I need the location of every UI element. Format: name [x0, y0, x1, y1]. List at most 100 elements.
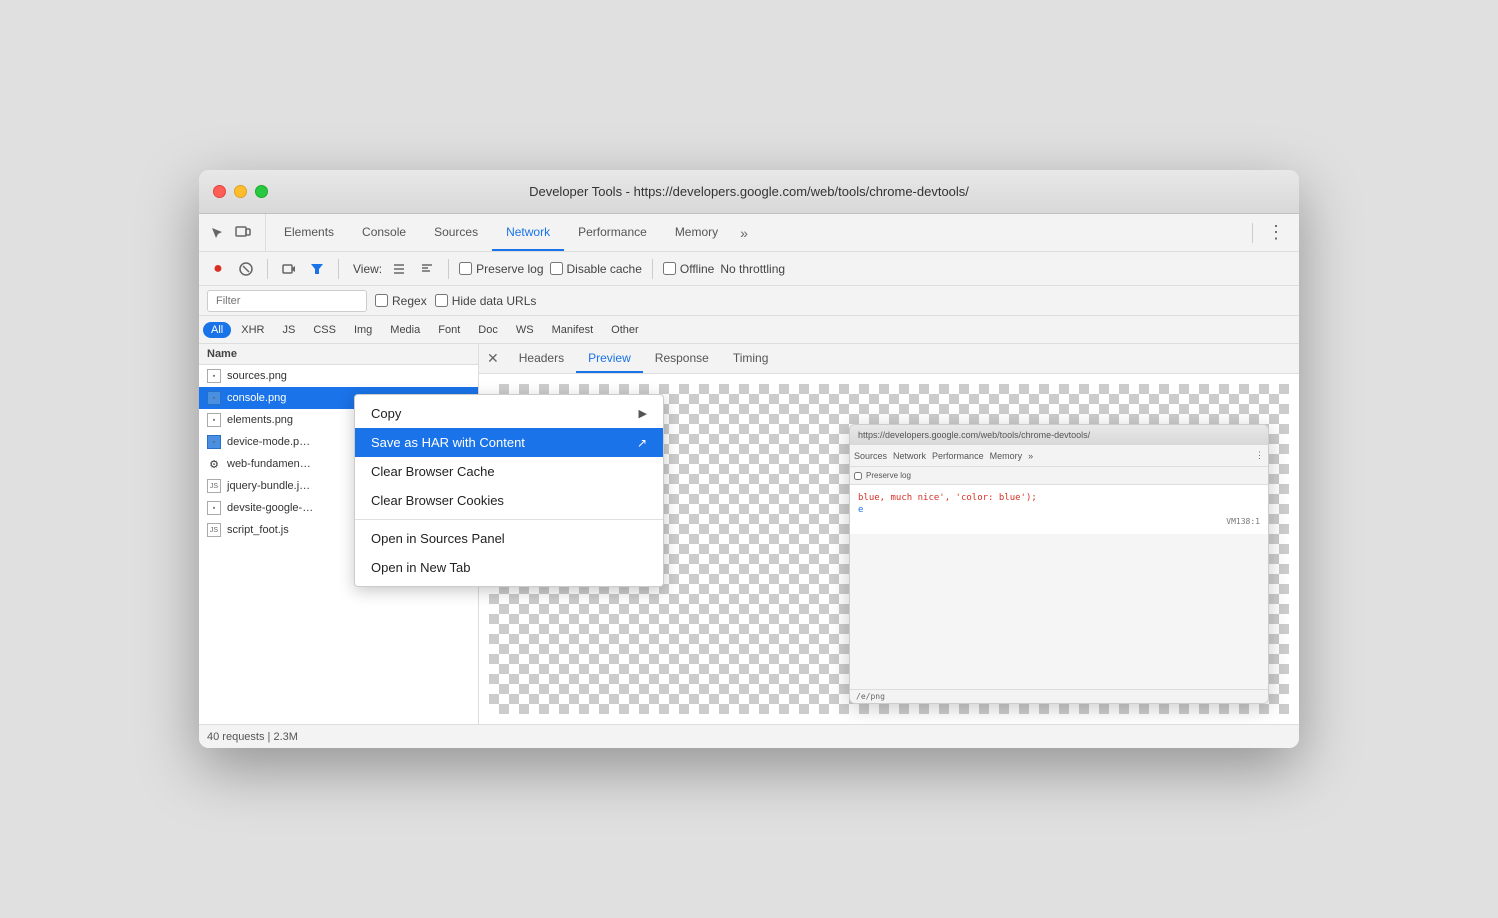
filter-button[interactable] — [306, 258, 328, 280]
hide-data-urls-checkbox[interactable] — [435, 294, 448, 307]
devtools-menu-button[interactable]: ⋮ — [1261, 222, 1291, 243]
detail-tab-response[interactable]: Response — [643, 344, 721, 373]
tab-elements[interactable]: Elements — [270, 214, 348, 251]
file-icon-js-jquery: JS — [207, 479, 221, 493]
mini-preserve-log-label: Preserve log — [866, 471, 911, 480]
disable-cache-checkbox[interactable] — [550, 262, 563, 275]
minimize-button[interactable] — [234, 185, 247, 198]
filter-bar: Regex Hide data URLs — [199, 286, 1299, 316]
filter-type-xhr[interactable]: XHR — [233, 322, 272, 338]
file-name-console: console.png — [227, 392, 286, 404]
context-menu-open-sources[interactable]: Open in Sources Panel — [355, 524, 479, 553]
mini-status-bar: /e/png — [850, 689, 1268, 703]
mini-code-line-vm: VM138:1 — [858, 517, 1260, 526]
filter-type-bar: All XHR JS CSS Img Media Font Doc WS Man… — [199, 316, 1299, 344]
context-menu-clear-cookies-label: Clear Browser Cookies — [371, 493, 479, 508]
mini-tab-more: » — [1028, 451, 1033, 461]
file-item-sources[interactable]: ▪ sources.png — [199, 365, 478, 387]
hide-data-urls-group: Hide data URLs — [435, 294, 537, 308]
file-icon-png-device: ▪ — [207, 435, 221, 449]
detail-tab-timing[interactable]: Timing — [721, 344, 781, 373]
file-name-elements: elements.png — [227, 414, 293, 426]
mini-tab-performance: Performance — [932, 451, 984, 461]
context-menu: Copy ▶ Save as HAR with Content ↗ Clear … — [354, 394, 479, 587]
filter-type-manifest[interactable]: Manifest — [544, 322, 602, 338]
cursor-icon[interactable] — [207, 223, 227, 243]
filter-type-other[interactable]: Other — [603, 322, 647, 338]
file-name-sources: sources.png — [227, 370, 287, 382]
context-menu-clear-cookies[interactable]: Clear Browser Cookies — [355, 486, 479, 515]
tab-console[interactable]: Console — [348, 214, 420, 251]
context-menu-save-har-label: Save as HAR with Content — [371, 435, 479, 450]
waterfall-view-button[interactable] — [416, 258, 438, 280]
view-label: View: — [353, 262, 382, 276]
tab-sources[interactable]: Sources — [420, 214, 492, 251]
mini-devtools-tabs: Sources Network Performance Memory » ⋮ — [850, 445, 1268, 467]
regex-group: Regex — [375, 294, 427, 308]
filter-type-css[interactable]: CSS — [305, 322, 344, 338]
status-bar: 40 requests | 2.3M — [199, 724, 1299, 748]
tab-bar: Elements Console Sources Network Perform… — [199, 214, 1299, 252]
no-throttling-label: No throttling — [720, 262, 785, 276]
mini-devtools-preview: https://developers.google.com/web/tools/… — [849, 424, 1269, 704]
toolbar-divider-4 — [652, 259, 653, 279]
hide-data-urls-label: Hide data URLs — [452, 294, 537, 308]
filter-type-img[interactable]: Img — [346, 322, 380, 338]
file-icon-png-elements: ▪ — [207, 413, 221, 427]
mini-kebab: ⋮ — [1255, 450, 1264, 461]
detail-tabs: ✕ Headers Preview Response Timing — [479, 344, 1299, 374]
tab-network[interactable]: Network — [492, 214, 564, 251]
context-menu-open-new-tab-label: Open in New Tab — [371, 560, 471, 575]
tab-bar-end: ⋮ — [1244, 214, 1299, 251]
file-name-devsite: devsite-google-… — [227, 502, 313, 514]
filter-type-all[interactable]: All — [203, 322, 231, 338]
offline-checkbox[interactable] — [663, 262, 676, 275]
main-content: Name ▪ sources.png ▪ console.png ▪ eleme… — [199, 344, 1299, 724]
filter-type-js[interactable]: JS — [274, 322, 303, 338]
record-button[interactable]: ● — [207, 258, 229, 280]
file-list-pane: Name ▪ sources.png ▪ console.png ▪ eleme… — [199, 344, 479, 724]
context-menu-save-har[interactable]: Save as HAR with Content ↗ — [355, 428, 479, 457]
regex-checkbox[interactable] — [375, 294, 388, 307]
filter-input[interactable] — [207, 290, 367, 312]
divider — [1252, 223, 1253, 243]
mini-devtools-title: https://developers.google.com/web/tools/… — [850, 425, 1268, 445]
maximize-button[interactable] — [255, 185, 268, 198]
file-name-web-fundamentals: web-fundamen… — [227, 458, 311, 470]
file-icon-gear: ⚙ — [207, 457, 221, 471]
filter-type-media[interactable]: Media — [382, 322, 428, 338]
video-button[interactable] — [278, 258, 300, 280]
detail-tab-preview[interactable]: Preview — [576, 344, 643, 373]
preserve-log-group: Preserve log — [459, 262, 543, 276]
list-view-button[interactable] — [388, 258, 410, 280]
filter-type-ws[interactable]: WS — [508, 322, 542, 338]
toolbar-divider-3 — [448, 259, 449, 279]
tab-memory[interactable]: Memory — [661, 214, 732, 251]
clear-button[interactable] — [235, 258, 257, 280]
offline-group: Offline — [663, 262, 714, 276]
title-bar: Developer Tools - https://developers.goo… — [199, 170, 1299, 214]
mini-code-line-1: blue, much nice', 'color: blue'); — [858, 493, 1260, 503]
device-toggle-icon[interactable] — [233, 223, 253, 243]
tab-performance[interactable]: Performance — [564, 214, 661, 251]
detail-tab-close[interactable]: ✕ — [479, 344, 507, 373]
file-icon-js-script: JS — [207, 523, 221, 537]
close-button[interactable] — [213, 185, 226, 198]
detail-tab-headers[interactable]: Headers — [507, 344, 576, 373]
context-menu-clear-cache-label: Clear Browser Cache — [371, 464, 479, 479]
mini-code-line-2: e — [858, 505, 1260, 515]
mini-tab-sources: Sources — [854, 451, 887, 461]
preserve-log-checkbox[interactable] — [459, 262, 472, 275]
status-text: 40 requests | 2.3M — [207, 731, 298, 743]
context-menu-clear-cache[interactable]: Clear Browser Cache — [355, 457, 479, 486]
more-tabs-button[interactable]: » — [732, 214, 756, 251]
context-menu-separator — [355, 519, 479, 520]
mini-tab-network: Network — [893, 451, 926, 461]
file-name-jquery: jquery-bundle.j… — [227, 480, 310, 492]
disable-cache-label: Disable cache — [567, 262, 642, 276]
context-menu-open-new-tab[interactable]: Open in New Tab — [355, 553, 479, 582]
toolbar-divider-1 — [267, 259, 268, 279]
context-menu-copy[interactable]: Copy ▶ — [355, 399, 479, 428]
filter-type-doc[interactable]: Doc — [470, 322, 506, 338]
filter-type-font[interactable]: Font — [430, 322, 468, 338]
